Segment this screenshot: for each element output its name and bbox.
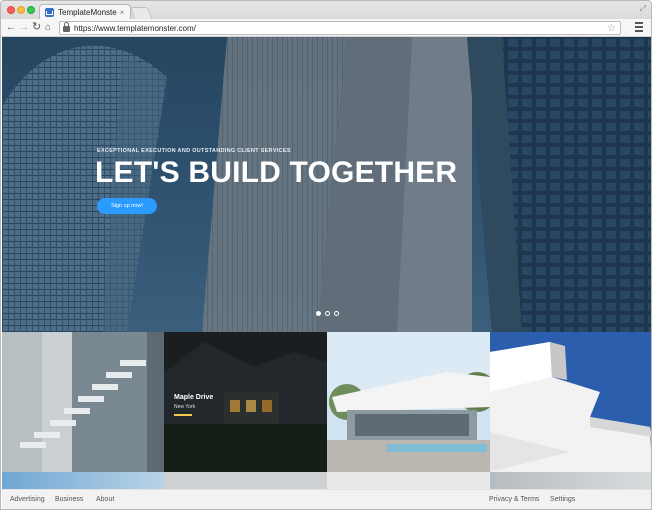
row2-tile-3[interactable] xyxy=(327,472,490,489)
featured-underline xyxy=(174,414,192,416)
gallery-tile-maple-drive[interactable]: Maple Drive New York xyxy=(164,332,327,472)
row2-tile-1[interactable] xyxy=(2,472,164,489)
footer-link-business[interactable]: Business xyxy=(55,496,83,503)
featured-caption: Maple Drive New York xyxy=(174,394,213,416)
featured-location: New York xyxy=(174,404,196,410)
browser-tab[interactable]: TemplateMonster × xyxy=(39,4,131,20)
tab-close-icon[interactable]: × xyxy=(117,8,127,17)
fullscreen-icon[interactable]: ⤢ xyxy=(640,4,646,14)
browser-window: TemplateMonster × ⤢ ← → ↻ ⌂ https://www.… xyxy=(0,0,652,510)
slider-dot-2[interactable] xyxy=(325,311,330,316)
tab-strip: TemplateMonster × ⤢ xyxy=(1,1,651,20)
back-icon[interactable]: ← xyxy=(6,21,16,34)
gallery-tile-stairs[interactable] xyxy=(2,332,164,472)
gallery-tile-villa[interactable] xyxy=(327,332,490,472)
tab-title: TemplateMonster xyxy=(58,8,117,17)
villa-image xyxy=(327,332,490,472)
row2-tile-2[interactable] xyxy=(164,472,327,489)
stairs-image xyxy=(2,332,164,472)
hero-kicker: EXCEPTIONAL EXECUTION AND OUTSTANDING CL… xyxy=(97,148,291,154)
footer-link-advertising[interactable]: Advertising xyxy=(10,496,45,503)
address-bar[interactable]: https://www.templatemonster.com/ ☆ xyxy=(59,21,621,35)
balconies-image xyxy=(490,332,651,472)
close-window-button[interactable] xyxy=(7,6,15,14)
menu-icon[interactable] xyxy=(635,22,643,32)
hero-title: LET'S BUILD TOGETHER xyxy=(95,156,458,189)
slider-dots xyxy=(316,311,339,316)
url-text[interactable]: https://www.templatemonster.com/ xyxy=(74,24,607,33)
sign-up-button[interactable]: Sign up now! xyxy=(97,198,157,214)
favicon-icon xyxy=(45,8,54,17)
browser-toolbar: ← → ↻ ⌂ https://www.templatemonster.com/… xyxy=(1,19,651,37)
star-icon[interactable]: ☆ xyxy=(607,23,616,34)
featured-title: Maple Drive xyxy=(174,394,214,401)
minimize-window-button[interactable] xyxy=(17,6,25,14)
gallery-row-2 xyxy=(2,472,651,489)
hero-banner: EXCEPTIONAL EXECUTION AND OUTSTANDING CL… xyxy=(2,37,651,332)
lock-icon xyxy=(63,22,70,32)
slider-dot-3[interactable] xyxy=(334,311,339,316)
reload-icon[interactable]: ↻ xyxy=(32,21,41,34)
forward-icon[interactable]: → xyxy=(19,21,29,34)
slider-dot-1[interactable] xyxy=(316,311,321,316)
page-viewport: EXCEPTIONAL EXECUTION AND OUTSTANDING CL… xyxy=(2,37,651,509)
zoom-window-button[interactable] xyxy=(27,6,35,14)
home-icon[interactable]: ⌂ xyxy=(45,21,51,34)
footer-link-about[interactable]: About xyxy=(96,496,114,503)
footer-link-privacy-terms[interactable]: Privacy & Terms xyxy=(489,496,539,503)
row2-tile-4[interactable] xyxy=(490,472,651,489)
new-tab-button[interactable] xyxy=(129,7,153,19)
footer-link-settings[interactable]: Settings xyxy=(550,496,575,503)
project-gallery: Maple Drive New York xyxy=(2,332,651,472)
page-footer: Advertising Business About Privacy & Ter… xyxy=(2,489,651,509)
gallery-tile-balconies[interactable] xyxy=(490,332,651,472)
